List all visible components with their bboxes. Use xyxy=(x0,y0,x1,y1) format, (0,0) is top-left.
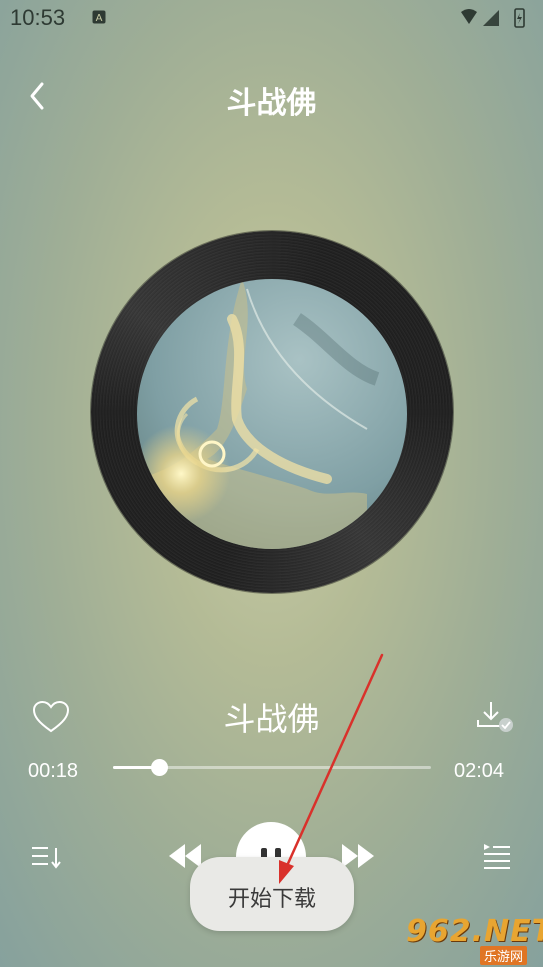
watermark-logo: 962.NET 乐游网 xyxy=(402,914,543,965)
progress-thumb[interactable] xyxy=(151,759,169,776)
download-icon[interactable] xyxy=(474,698,514,734)
status-bar: 10:53 A xyxy=(0,0,543,38)
notification-a-icon: A xyxy=(92,10,106,24)
toast-message: 开始下载 xyxy=(227,887,316,912)
current-time: 00:18 xyxy=(28,760,79,782)
album-cover[interactable] xyxy=(137,279,407,549)
watermark-sub: 乐游网 xyxy=(480,946,528,965)
progress-slider[interactable] xyxy=(113,759,431,776)
watermark-brand: 962.NET xyxy=(406,914,543,949)
signal-icon xyxy=(483,10,499,26)
page-title: 斗战佛 xyxy=(226,86,317,121)
queue-icon[interactable] xyxy=(482,842,512,872)
total-time: 02:04 xyxy=(454,760,505,782)
playlist-order-icon[interactable] xyxy=(30,842,64,872)
song-info-row: 斗战佛 xyxy=(0,688,543,744)
status-icons xyxy=(461,8,525,28)
album-cover-art xyxy=(137,279,407,549)
wifi-icon xyxy=(461,9,477,24)
song-title: 斗战佛 xyxy=(223,700,320,738)
svg-text:A: A xyxy=(96,13,103,24)
toast: 开始下载 xyxy=(190,857,354,931)
status-time: 10:53 xyxy=(10,5,66,30)
